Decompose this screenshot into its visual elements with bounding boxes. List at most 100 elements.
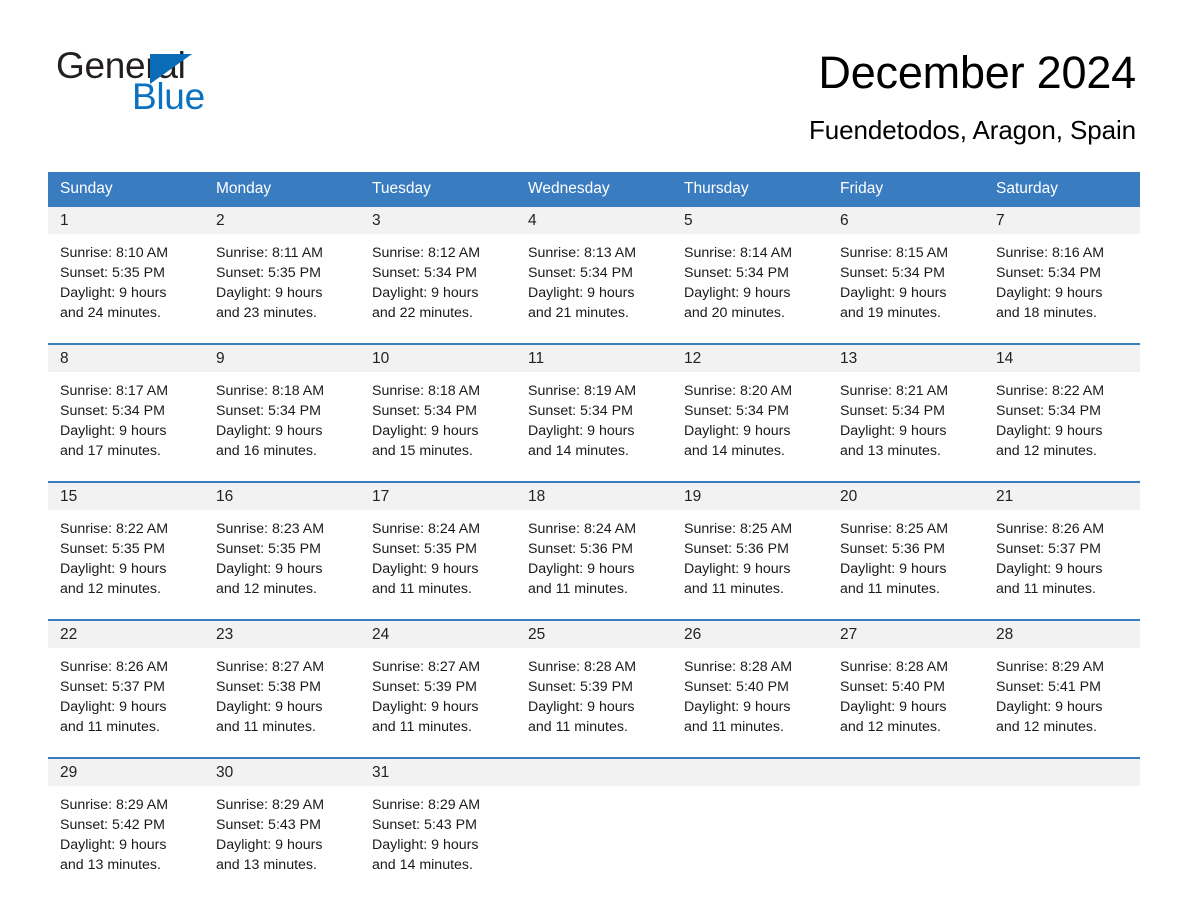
sunrise-text: Sunrise: 8:29 AM — [372, 797, 481, 813]
day-cell[interactable]: 7 Sunrise: 8:16 AM Sunset: 5:34 PM Dayli… — [984, 205, 1140, 332]
day-cell[interactable]: 31 Sunrise: 8:29 AM Sunset: 5:43 PM Dayl… — [360, 757, 516, 884]
sunrise-text: Sunrise: 8:16 AM — [996, 245, 1105, 261]
sunset-text: Sunset: 5:39 PM — [372, 679, 477, 695]
week-row: 8 Sunrise: 8:17 AM Sunset: 5:34 PM Dayli… — [48, 343, 1140, 470]
day-details: Sunrise: 8:10 AM Sunset: 5:35 PM Dayligh… — [48, 234, 204, 332]
day-number: 21 — [984, 483, 1140, 510]
day-cell[interactable]: 23 Sunrise: 8:27 AM Sunset: 5:38 PM Dayl… — [204, 619, 360, 746]
day-details: Sunrise: 8:11 AM Sunset: 5:35 PM Dayligh… — [204, 234, 360, 332]
day-cell[interactable]: 28 Sunrise: 8:29 AM Sunset: 5:41 PM Dayl… — [984, 619, 1140, 746]
daylight-text-line2: and 12 minutes. — [216, 581, 317, 597]
daylight-text-line1: Daylight: 9 hours — [216, 285, 323, 301]
daylight-text-line2: and 12 minutes. — [60, 581, 161, 597]
day-number: 27 — [828, 621, 984, 648]
calendar-page: General Blue December 2024 Fuendetodos, … — [0, 0, 1188, 918]
day-cell[interactable]: 20 Sunrise: 8:25 AM Sunset: 5:36 PM Dayl… — [828, 481, 984, 608]
day-cell[interactable]: 26 Sunrise: 8:28 AM Sunset: 5:40 PM Dayl… — [672, 619, 828, 746]
day-cell[interactable]: 6 Sunrise: 8:15 AM Sunset: 5:34 PM Dayli… — [828, 205, 984, 332]
sunset-text: Sunset: 5:34 PM — [216, 403, 321, 419]
daylight-text-line2: and 11 minutes. — [684, 719, 784, 735]
day-cell[interactable]: 10 Sunrise: 8:18 AM Sunset: 5:34 PM Dayl… — [360, 343, 516, 470]
title-block: December 2024 Fuendetodos, Aragon, Spain — [809, 44, 1136, 146]
daylight-text-line2: and 11 minutes. — [372, 581, 472, 597]
day-details: Sunrise: 8:21 AM Sunset: 5:34 PM Dayligh… — [828, 372, 984, 470]
day-cell[interactable]: 3 Sunrise: 8:12 AM Sunset: 5:34 PM Dayli… — [360, 205, 516, 332]
day-cell[interactable]: 8 Sunrise: 8:17 AM Sunset: 5:34 PM Dayli… — [48, 343, 204, 470]
sunrise-text: Sunrise: 8:26 AM — [996, 521, 1105, 537]
day-cell[interactable]: 27 Sunrise: 8:28 AM Sunset: 5:40 PM Dayl… — [828, 619, 984, 746]
daylight-text-line2: and 24 minutes. — [60, 305, 161, 321]
day-cell[interactable]: 16 Sunrise: 8:23 AM Sunset: 5:35 PM Dayl… — [204, 481, 360, 608]
week-row: 1 Sunrise: 8:10 AM Sunset: 5:35 PM Dayli… — [48, 205, 1140, 332]
sunset-text: Sunset: 5:34 PM — [840, 403, 945, 419]
day-cell[interactable]: 25 Sunrise: 8:28 AM Sunset: 5:39 PM Dayl… — [516, 619, 672, 746]
day-details: Sunrise: 8:29 AM Sunset: 5:43 PM Dayligh… — [204, 786, 360, 884]
day-cell[interactable]: 18 Sunrise: 8:24 AM Sunset: 5:36 PM Dayl… — [516, 481, 672, 608]
sunrise-text: Sunrise: 8:27 AM — [216, 659, 325, 675]
day-number: 30 — [204, 759, 360, 786]
daylight-text-line2: and 11 minutes. — [684, 581, 784, 597]
day-cell[interactable]: 4 Sunrise: 8:13 AM Sunset: 5:34 PM Dayli… — [516, 205, 672, 332]
sunrise-text: Sunrise: 8:22 AM — [60, 521, 169, 537]
day-number: 16 — [204, 483, 360, 510]
day-cell[interactable]: 13 Sunrise: 8:21 AM Sunset: 5:34 PM Dayl… — [828, 343, 984, 470]
day-details: Sunrise: 8:17 AM Sunset: 5:34 PM Dayligh… — [48, 372, 204, 470]
day-cell[interactable]: 21 Sunrise: 8:26 AM Sunset: 5:37 PM Dayl… — [984, 481, 1140, 608]
sunrise-text: Sunrise: 8:10 AM — [60, 245, 169, 261]
day-cell[interactable]: 29 Sunrise: 8:29 AM Sunset: 5:42 PM Dayl… — [48, 757, 204, 884]
day-details — [984, 786, 1140, 884]
day-cell[interactable]: 9 Sunrise: 8:18 AM Sunset: 5:34 PM Dayli… — [204, 343, 360, 470]
daylight-text-line1: Daylight: 9 hours — [60, 285, 167, 301]
day-cell[interactable]: 5 Sunrise: 8:14 AM Sunset: 5:34 PM Dayli… — [672, 205, 828, 332]
day-details: Sunrise: 8:18 AM Sunset: 5:34 PM Dayligh… — [204, 372, 360, 470]
day-details: Sunrise: 8:25 AM Sunset: 5:36 PM Dayligh… — [828, 510, 984, 608]
sunrise-text: Sunrise: 8:13 AM — [528, 245, 637, 261]
sunrise-text: Sunrise: 8:19 AM — [528, 383, 637, 399]
day-cell[interactable]: 22 Sunrise: 8:26 AM Sunset: 5:37 PM Dayl… — [48, 619, 204, 746]
daylight-text-line1: Daylight: 9 hours — [372, 561, 479, 577]
location-subtitle: Fuendetodos, Aragon, Spain — [809, 115, 1136, 145]
day-cell[interactable]: 11 Sunrise: 8:19 AM Sunset: 5:34 PM Dayl… — [516, 343, 672, 470]
sunset-text: Sunset: 5:35 PM — [60, 541, 165, 557]
daylight-text-line1: Daylight: 9 hours — [528, 423, 635, 439]
day-number: 3 — [360, 207, 516, 234]
day-cell[interactable]: 14 Sunrise: 8:22 AM Sunset: 5:34 PM Dayl… — [984, 343, 1140, 470]
day-details: Sunrise: 8:29 AM Sunset: 5:43 PM Dayligh… — [360, 786, 516, 884]
day-cell[interactable]: 12 Sunrise: 8:20 AM Sunset: 5:34 PM Dayl… — [672, 343, 828, 470]
daylight-text-line2: and 14 minutes. — [684, 443, 785, 459]
daylight-text-line1: Daylight: 9 hours — [996, 699, 1103, 715]
day-cell[interactable]: 2 Sunrise: 8:11 AM Sunset: 5:35 PM Dayli… — [204, 205, 360, 332]
sunset-text: Sunset: 5:34 PM — [684, 403, 789, 419]
weekday-header-saturday: Saturday — [996, 180, 1059, 197]
sunrise-text: Sunrise: 8:25 AM — [684, 521, 793, 537]
day-number: 25 — [516, 621, 672, 648]
day-details: Sunrise: 8:28 AM Sunset: 5:39 PM Dayligh… — [516, 648, 672, 746]
day-cell[interactable]: 24 Sunrise: 8:27 AM Sunset: 5:39 PM Dayl… — [360, 619, 516, 746]
daylight-text-line2: and 12 minutes. — [840, 719, 941, 735]
daylight-text-line2: and 14 minutes. — [528, 443, 629, 459]
day-number: 2 — [204, 207, 360, 234]
daylight-text-line2: and 22 minutes. — [372, 305, 473, 321]
day-cell-empty — [516, 757, 672, 884]
sunrise-text: Sunrise: 8:20 AM — [684, 383, 793, 399]
day-number: 28 — [984, 621, 1140, 648]
sunset-text: Sunset: 5:37 PM — [996, 541, 1101, 557]
day-cell[interactable]: 30 Sunrise: 8:29 AM Sunset: 5:43 PM Dayl… — [204, 757, 360, 884]
daylight-text-line1: Daylight: 9 hours — [216, 837, 323, 853]
day-cell[interactable]: 1 Sunrise: 8:10 AM Sunset: 5:35 PM Dayli… — [48, 205, 204, 332]
day-cell[interactable]: 19 Sunrise: 8:25 AM Sunset: 5:36 PM Dayl… — [672, 481, 828, 608]
weekday-header-monday: Monday — [216, 180, 272, 197]
day-cell[interactable]: 17 Sunrise: 8:24 AM Sunset: 5:35 PM Dayl… — [360, 481, 516, 608]
daylight-text-line1: Daylight: 9 hours — [684, 699, 791, 715]
day-details: Sunrise: 8:15 AM Sunset: 5:34 PM Dayligh… — [828, 234, 984, 332]
sunset-text: Sunset: 5:40 PM — [684, 679, 789, 695]
sunrise-text: Sunrise: 8:24 AM — [372, 521, 481, 537]
sunrise-text: Sunrise: 8:21 AM — [840, 383, 949, 399]
day-cell[interactable]: 15 Sunrise: 8:22 AM Sunset: 5:35 PM Dayl… — [48, 481, 204, 608]
sunrise-text: Sunrise: 8:18 AM — [216, 383, 325, 399]
weekday-header-wednesday: Wednesday — [528, 180, 610, 197]
day-details: Sunrise: 8:22 AM Sunset: 5:34 PM Dayligh… — [984, 372, 1140, 470]
day-details: Sunrise: 8:23 AM Sunset: 5:35 PM Dayligh… — [204, 510, 360, 608]
general-blue-logo: General Blue — [56, 44, 256, 124]
sunrise-text: Sunrise: 8:29 AM — [60, 797, 169, 813]
